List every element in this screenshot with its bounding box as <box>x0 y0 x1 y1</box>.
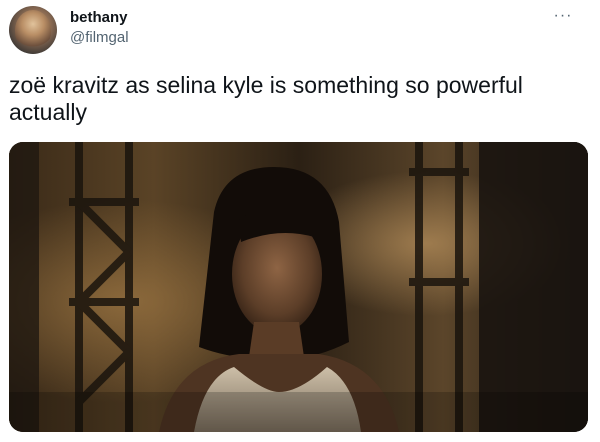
user-handle[interactable]: @filmgal <box>70 29 129 46</box>
tweet-text: zoë kravitz as selina kyle is something … <box>9 72 523 125</box>
display-name[interactable]: bethany <box>70 9 128 26</box>
avatar[interactable] <box>9 6 57 54</box>
movie-still-image <box>9 142 588 432</box>
tweet-media-image[interactable] <box>9 142 588 432</box>
more-options-icon[interactable]: ··· <box>548 4 578 28</box>
tweet-card[interactable]: bethany @filmgal ··· zoë kravitz as seli… <box>0 0 600 442</box>
avatar-photo <box>15 10 51 50</box>
